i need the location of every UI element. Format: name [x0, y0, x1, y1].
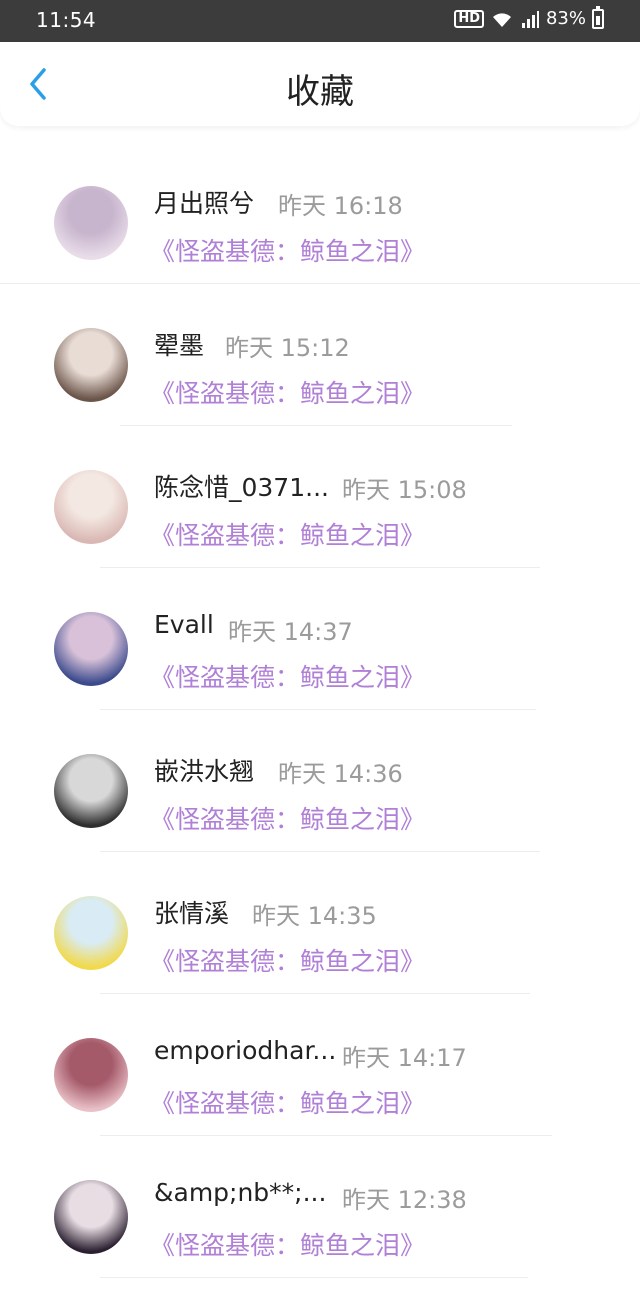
list-item[interactable]: 翚墨 昨天 15:12 《怪盗基德：鲸鱼之泪》 — [0, 284, 640, 426]
user-name[interactable]: 陈念惜_0371... — [154, 468, 329, 504]
list-item[interactable]: emporiodhar... 昨天 14:17 《怪盗基德：鲸鱼之泪》 — [0, 994, 640, 1136]
favorites-list: 月出照兮 昨天 16:18 《怪盗基德：鲸鱼之泪》 翚墨 昨天 15:12 《怪盗基德：鲸… — [0, 142, 640, 1278]
timestamp: 昨天 15:08 — [342, 476, 467, 504]
avatar[interactable] — [54, 896, 128, 970]
avatar[interactable] — [54, 1038, 128, 1112]
timestamp: 昨天 14:35 — [252, 902, 377, 930]
work-title-link[interactable]: 《怪盗基德：鲸鱼之泪》 — [150, 658, 425, 694]
wifi-icon — [492, 12, 511, 27]
list-item[interactable]: &amp;nb**;... 昨天 12:38 《怪盗基德：鲸鱼之泪》 — [0, 1136, 640, 1278]
status-bar: 11:54 HD 83% — [0, 0, 640, 42]
hd-icon: HD — [454, 9, 484, 28]
signal-icon — [521, 10, 539, 28]
user-name[interactable]: 月出照兮 — [154, 184, 254, 220]
work-title-link[interactable]: 《怪盗基德：鲸鱼之泪》 — [150, 1226, 425, 1262]
list-item[interactable]: 嵌洪水翘 昨天 14:36 《怪盗基德：鲸鱼之泪》 — [0, 710, 640, 852]
timestamp: 昨天 15:12 — [225, 334, 350, 362]
list-item[interactable]: 月出照兮 昨天 16:18 《怪盗基德：鲸鱼之泪》 — [0, 142, 640, 284]
timestamp: 昨天 14:36 — [278, 760, 403, 788]
timestamp: 昨天 14:17 — [342, 1044, 467, 1072]
work-title-link[interactable]: 《怪盗基德：鲸鱼之泪》 — [150, 800, 425, 836]
avatar[interactable] — [54, 1180, 128, 1254]
user-name[interactable]: 嵌洪水翘 — [154, 752, 254, 788]
battery-percent: 83% — [545, 8, 586, 29]
avatar[interactable] — [54, 754, 128, 828]
work-title-link[interactable]: 《怪盗基德：鲸鱼之泪》 — [150, 516, 425, 552]
user-name[interactable]: 翚墨 — [154, 326, 204, 362]
work-title-link[interactable]: 《怪盗基德：鲸鱼之泪》 — [150, 1084, 425, 1120]
work-title-link[interactable]: 《怪盗基德：鲸鱼之泪》 — [150, 374, 425, 410]
avatar[interactable] — [54, 186, 128, 260]
avatar[interactable] — [54, 612, 128, 686]
divider — [100, 1277, 528, 1278]
user-name[interactable]: &amp;nb**;... — [154, 1178, 326, 1207]
status-icons: HD 83% — [454, 5, 604, 29]
avatar[interactable] — [54, 328, 128, 402]
list-item[interactable]: 陈念惜_0371... 昨天 15:08 《怪盗基德：鲸鱼之泪》 — [0, 426, 640, 568]
status-time: 11:54 — [36, 8, 97, 32]
battery-icon — [592, 5, 604, 29]
user-name[interactable]: Evall — [154, 610, 214, 639]
page-title: 收藏 — [286, 72, 354, 112]
work-title-link[interactable]: 《怪盗基德：鲸鱼之泪》 — [150, 232, 425, 268]
timestamp: 昨天 12:38 — [342, 1186, 467, 1214]
timestamp: 昨天 16:18 — [278, 192, 403, 220]
user-name[interactable]: 张情溪 — [154, 894, 229, 930]
avatar[interactable] — [54, 470, 128, 544]
user-name[interactable]: emporiodhar... — [154, 1036, 336, 1065]
header: 收藏 — [0, 42, 640, 126]
timestamp: 昨天 14:37 — [228, 618, 353, 646]
list-item[interactable]: 张情溪 昨天 14:35 《怪盗基德：鲸鱼之泪》 — [0, 852, 640, 994]
work-title-link[interactable]: 《怪盗基德：鲸鱼之泪》 — [150, 942, 425, 978]
list-item[interactable]: Evall 昨天 14:37 《怪盗基德：鲸鱼之泪》 — [0, 568, 640, 710]
